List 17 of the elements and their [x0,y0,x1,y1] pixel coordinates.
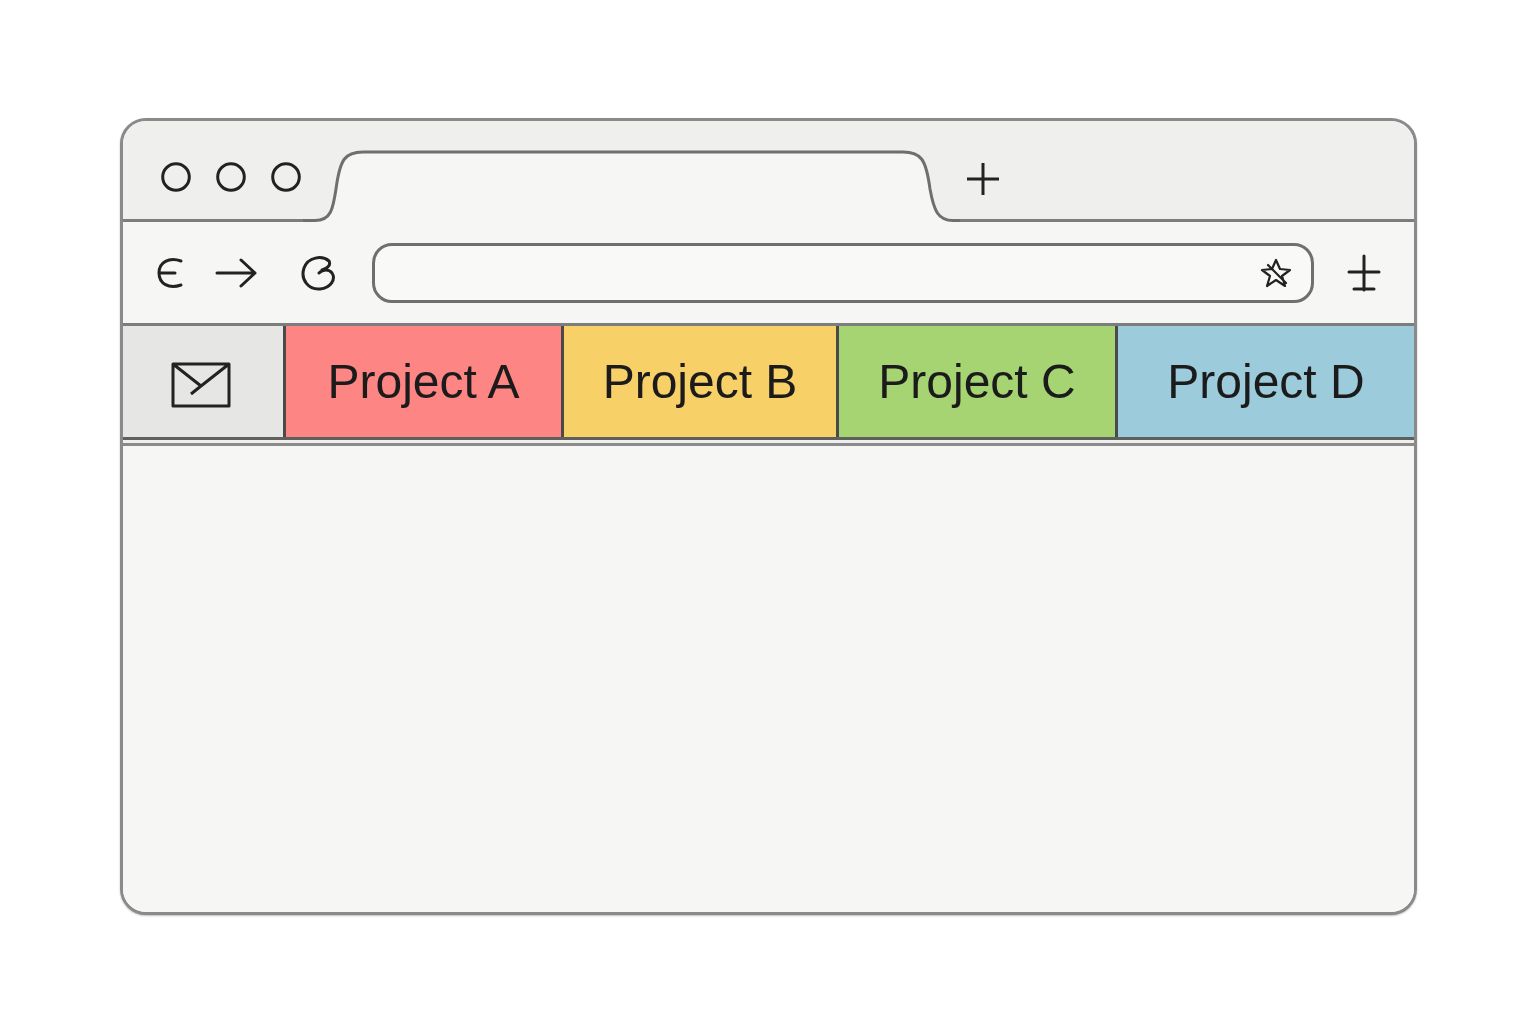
mail-bookmark[interactable] [123,326,286,437]
envelope-icon [171,361,231,408]
star-icon[interactable] [1259,256,1293,289]
plus-icon[interactable] [1347,253,1381,292]
bookmark-tab[interactable]: Project B [564,326,839,437]
bookmark-tab[interactable]: Project A [286,326,564,437]
address-field[interactable] [372,242,1314,303]
plus-icon[interactable] [966,162,1000,196]
window-control-icon[interactable] [271,162,301,192]
forward-arrow-icon[interactable] [215,256,258,289]
browser-tab[interactable] [303,149,960,222]
bookmark-tab[interactable]: Project D [1118,326,1414,437]
window-control-icon[interactable] [161,162,191,192]
reload-icon[interactable] [300,253,338,292]
back-icon[interactable] [155,255,185,290]
window-control-icon[interactable] [216,162,246,192]
bookmark-tab[interactable]: Project C [839,326,1118,437]
